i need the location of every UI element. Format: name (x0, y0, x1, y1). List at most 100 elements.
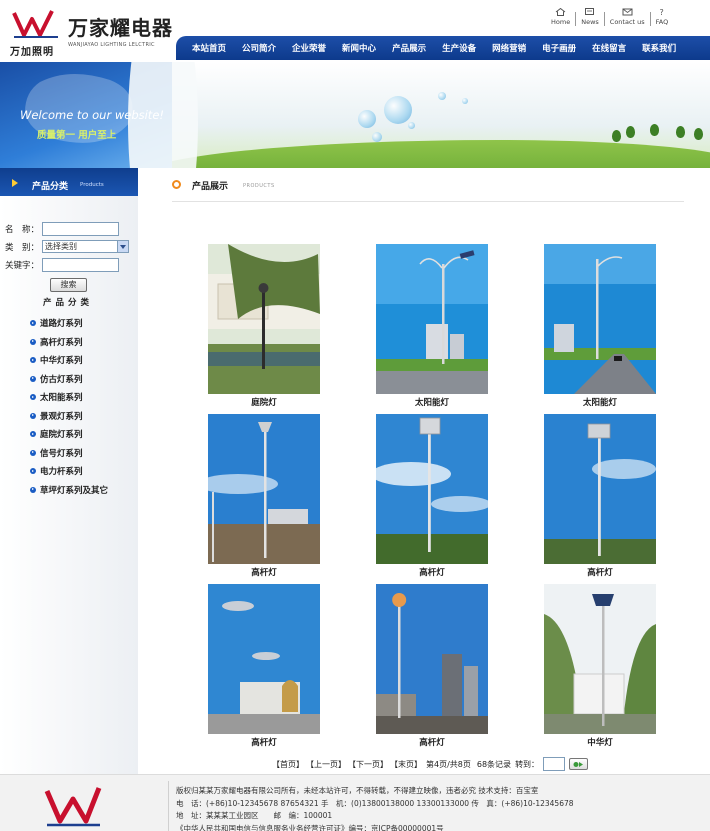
product-photo-high-mast-lamp[interactable] (208, 584, 320, 734)
product-photo-high-mast-lamp[interactable] (376, 414, 488, 564)
main-section-title: 产品展示 PRODUCTS (172, 176, 684, 202)
first-page-link[interactable]: 【首页】 (272, 759, 304, 770)
svg-text:?: ? (660, 8, 664, 16)
type-field-row: 类 别： 选择类别 (5, 240, 129, 253)
category-item-solar[interactable]: 太阳能系列 (30, 388, 108, 407)
product-name[interactable]: 高杆灯 (208, 736, 320, 748)
product-name[interactable]: 高杆灯 (208, 566, 320, 578)
go-button[interactable] (569, 758, 589, 770)
product-photo-high-mast-lamp[interactable] (208, 414, 320, 564)
product-name[interactable]: 高杆灯 (376, 736, 488, 748)
nav-marketing[interactable]: 网络营销 (484, 42, 534, 54)
home-icon (555, 8, 566, 16)
tree-decoration (676, 126, 685, 138)
product-name[interactable]: 高杆灯 (544, 566, 656, 578)
name-label: 名 称： (5, 225, 40, 235)
category-item-landscape[interactable]: 景观灯系列 (30, 407, 108, 426)
chevron-down-icon[interactable] (117, 241, 128, 252)
record-count: 68条记录 (476, 759, 512, 769)
question-icon: ? (660, 8, 664, 16)
name-input[interactable] (42, 222, 119, 236)
nav-equipment[interactable]: 生产设备 (434, 42, 484, 54)
category-select[interactable]: 选择类别 (42, 240, 129, 253)
phone-text: 电 话：(+86)10-12345678 87654321 手 机：(0)138… (176, 798, 574, 808)
bullet-arrow-icon (30, 394, 36, 401)
sidebar-title-english: Products (80, 182, 104, 188)
category-item-lawn[interactable]: 草坪灯系列及其它 (30, 481, 108, 500)
category-item-zhonghua[interactable]: 中华灯系列 (30, 351, 108, 370)
news-link[interactable]: News (576, 8, 604, 26)
category-item-road-lamps[interactable]: 道路灯系列 (30, 314, 108, 333)
product-photo-solar-lamp[interactable] (376, 244, 488, 394)
contact-link-label: Contact us (609, 18, 645, 26)
page-number-input[interactable] (543, 757, 566, 771)
category-item-antique[interactable]: 仿古灯系列 (30, 370, 108, 389)
nav-home[interactable]: 本站首页 (184, 42, 234, 54)
product-card[interactable]: 太阳能灯 (376, 244, 488, 409)
product-photo-solar-lamp[interactable] (544, 244, 656, 394)
category-item-label: 电力杆系列 (40, 467, 83, 478)
keyword-label: 关键字： (5, 261, 40, 271)
product-card[interactable]: 高杆灯 (208, 584, 320, 749)
category-item-power-pole[interactable]: 电力杆系列 (30, 462, 108, 481)
slogan-text: 质量第一 用户至上 (37, 130, 117, 141)
faq-link[interactable]: ? FAQ (651, 8, 674, 26)
product-name[interactable]: 中华灯 (544, 736, 656, 748)
main-navigation: 本站首页 公司简介 企业荣誉 新闻中心 产品展示 生产设备 网络营销 电子画册 … (176, 36, 710, 60)
home-link[interactable]: Home (546, 8, 575, 26)
site-header: 万家耀电器 WANJIAYAO LIGHTING LELCTRIC 万加照明 H… (0, 0, 710, 62)
product-card[interactable]: 太阳能灯 (544, 244, 656, 409)
home-link-label: Home (551, 18, 571, 26)
icp-text: 《中华人民共和国电信与信息服务业务经营许可证》编号：京ICP备00000001号 (176, 823, 444, 831)
nav-honors[interactable]: 企业荣誉 (284, 42, 334, 54)
product-photo-garden-lamp[interactable] (208, 244, 320, 394)
welcome-text: Welcome to our website! (20, 108, 165, 122)
contact-link[interactable]: Contact us (605, 8, 650, 26)
product-card[interactable]: 中华灯 (544, 584, 656, 749)
product-name[interactable]: 高杆灯 (376, 566, 488, 578)
product-card[interactable]: 高杆灯 (544, 414, 656, 579)
product-card[interactable]: 高杆灯 (376, 584, 488, 749)
bullet-arrow-icon (30, 431, 36, 438)
product-card[interactable]: 庭院灯 (208, 244, 320, 409)
nav-products[interactable]: 产品展示 (384, 42, 434, 54)
category-item-garden[interactable]: 庭院灯系列 (30, 425, 108, 444)
search-button[interactable]: 搜索 (50, 278, 87, 292)
keyword-field-row: 关键字： (5, 258, 119, 272)
type-label: 类 别： (5, 242, 40, 253)
product-name[interactable]: 庭院灯 (208, 396, 320, 408)
nav-guestbook[interactable]: 在线留言 (584, 42, 634, 54)
product-card[interactable]: 高杆灯 (208, 414, 320, 579)
next-page-link[interactable]: 【下一页】 (348, 759, 388, 770)
category-item-label: 道路灯系列 (40, 319, 83, 330)
nav-ebrochure[interactable]: 电子画册 (534, 42, 584, 54)
bullet-arrow-icon (30, 468, 36, 475)
company-logo-icon[interactable] (12, 9, 60, 39)
last-page-link[interactable]: 【末页】 (390, 759, 422, 770)
news-link-label: News (581, 18, 599, 26)
page-title: 产品展示 (192, 182, 229, 192)
banner-grass (140, 140, 710, 168)
category-item-label: 信号灯系列 (40, 448, 83, 459)
product-name[interactable]: 太阳能灯 (544, 396, 656, 408)
name-field-row: 名 称： (5, 222, 119, 236)
product-photo-zhonghua-lamp[interactable] (544, 584, 656, 734)
nav-news[interactable]: 新闻中心 (334, 42, 384, 54)
category-item-signal[interactable]: 信号灯系列 (30, 444, 108, 463)
category-item-label: 中华灯系列 (40, 356, 83, 367)
keyword-input[interactable] (42, 258, 119, 272)
circle-bullet-icon (172, 180, 181, 189)
product-photo-high-mast-lamp[interactable] (544, 414, 656, 564)
product-card[interactable]: 高杆灯 (376, 414, 488, 579)
nav-contact[interactable]: 联系我们 (634, 42, 684, 54)
bullet-arrow-icon (30, 375, 36, 382)
product-photo-high-mast-lamp[interactable] (376, 584, 488, 734)
category-item-high-mast[interactable]: 高杆灯系列 (30, 333, 108, 352)
pagination: 【首页】 【上一页】 【下一页】 【末页】 第4页/共8页 68条记录 转到： (272, 757, 589, 771)
nav-about[interactable]: 公司简介 (234, 42, 284, 54)
prev-page-link[interactable]: 【上一页】 (306, 759, 346, 770)
product-name[interactable]: 太阳能灯 (376, 396, 488, 408)
bullet-arrow-icon (30, 412, 36, 419)
category-list-title: 产品分类 (43, 298, 94, 308)
bullet-arrow-icon (30, 338, 36, 345)
